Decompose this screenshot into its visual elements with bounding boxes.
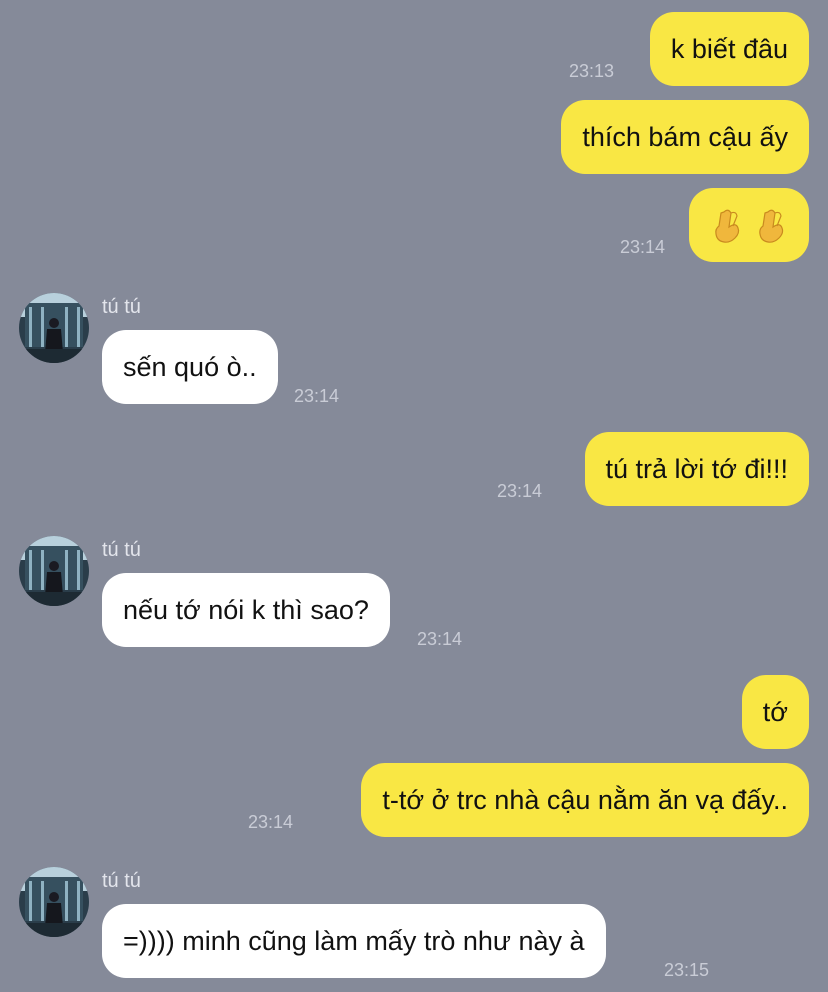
crossed-fingers-icon xyxy=(705,206,793,244)
sender-name: tú tú xyxy=(102,870,141,892)
message-bubble[interactable]: tớ xyxy=(741,675,809,749)
chat-window: k biết đâu 23:13 thích bám cậu ấy 23:14 xyxy=(0,0,828,992)
message-timestamp: 23:13 xyxy=(569,61,615,81)
message-text: sến quó ò.. xyxy=(123,351,257,382)
sender-name: tú tú xyxy=(102,539,141,561)
message-bubble[interactable]: k biết đâu xyxy=(649,12,809,86)
message-bubble[interactable]: =)))) minh cũng làm mấy trò như này à xyxy=(102,904,606,978)
message-text: =)))) minh cũng làm mấy trò như này à xyxy=(123,925,585,956)
avatar[interactable] xyxy=(19,293,89,363)
message-timestamp: 23:14 xyxy=(620,237,666,257)
message-timestamp: 23:15 xyxy=(664,960,710,980)
message-text: t-tớ ở trc nhà cậu nằm ăn vạ đấy.. xyxy=(382,784,788,815)
message-text: k biết đâu xyxy=(670,33,788,64)
message-timestamp: 23:14 xyxy=(417,629,463,649)
message-text: thích bám cậu ấy xyxy=(582,121,788,152)
message-bubble[interactable]: thích bám cậu ấy xyxy=(561,100,809,174)
message-timestamp: 23:14 xyxy=(497,481,543,501)
message-bubble[interactable]: t-tớ ở trc nhà cậu nằm ăn vạ đấy.. xyxy=(361,763,809,837)
message-text: nếu tớ nói k thì sao? xyxy=(123,594,369,625)
message-timestamp: 23:14 xyxy=(294,386,340,406)
message-text: tú trả lời tớ đi!!! xyxy=(605,453,788,484)
message-bubble[interactable]: sến quó ò.. xyxy=(102,330,278,404)
message-text: tớ xyxy=(762,696,788,727)
avatar[interactable] xyxy=(19,867,89,937)
avatar[interactable] xyxy=(19,536,89,606)
message-timestamp: 23:14 xyxy=(248,812,294,832)
message-bubble[interactable]: nếu tớ nói k thì sao? xyxy=(102,573,390,647)
message-bubble[interactable] xyxy=(689,188,809,262)
sender-name: tú tú xyxy=(102,296,141,318)
message-bubble[interactable]: tú trả lời tớ đi!!! xyxy=(584,432,809,506)
